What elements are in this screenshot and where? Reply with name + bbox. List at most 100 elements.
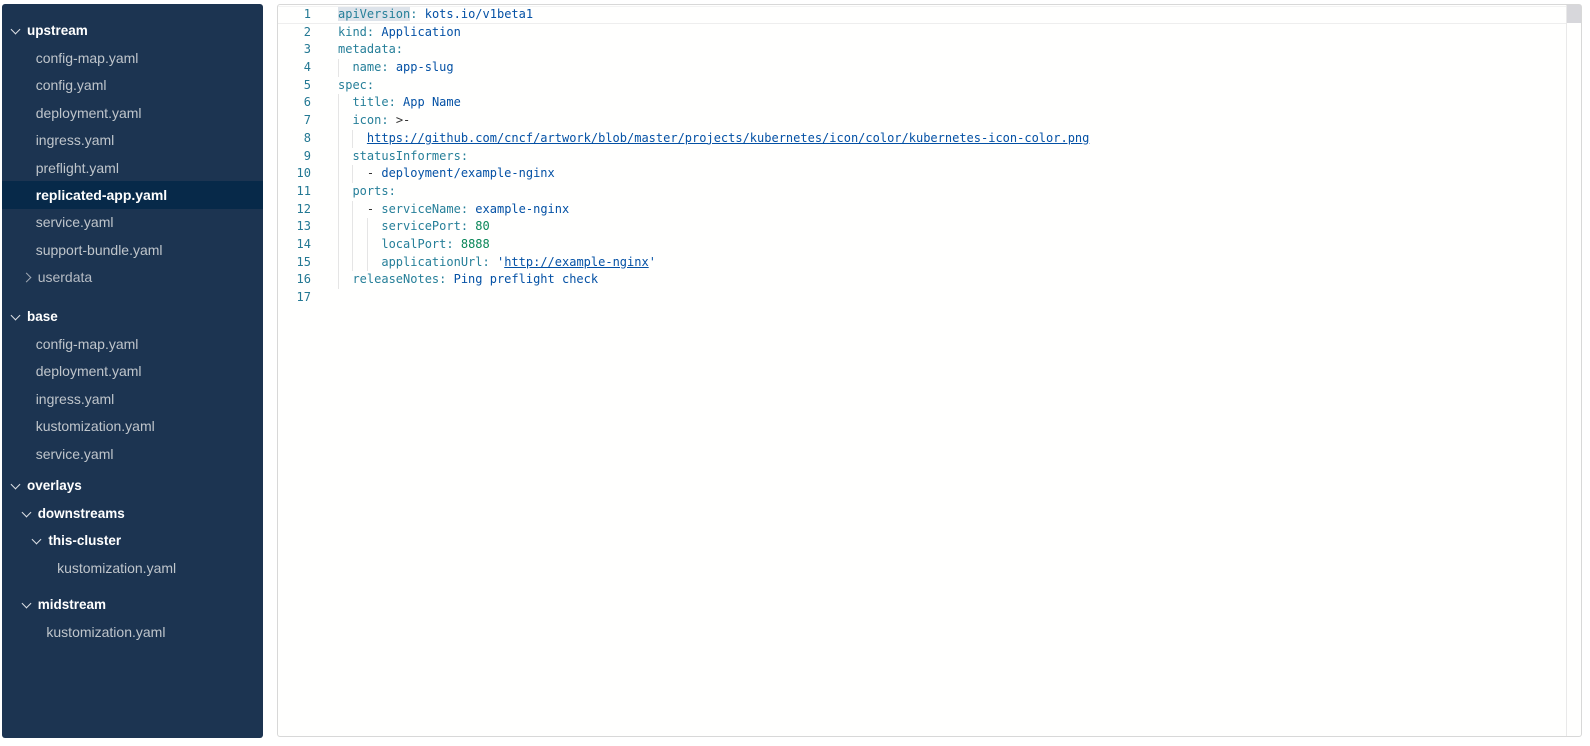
tree-item-this-cluster[interactable]: this-cluster [2,527,263,554]
tree-item-replicated-app-yaml[interactable]: replicated-app.yaml [2,181,263,208]
line-content[interactable] [311,289,1566,307]
yaml-token-punct: >- [396,113,410,127]
tree-item-midstream[interactable]: midstream [2,591,263,618]
line-content[interactable]: apiVersion: kots.io/v1beta1 [311,6,1566,24]
line-content[interactable]: metadata: [311,41,1566,59]
tree-item-support-bundle-yaml[interactable]: support-bundle.yaml [2,236,263,263]
tree-item-service-yaml[interactable]: service.yaml [2,440,263,467]
tree-item-kustomization-yaml[interactable]: kustomization.yaml [2,618,263,645]
code-line-5[interactable]: 5spec: [278,77,1566,95]
line-number[interactable]: 15 [278,254,311,272]
editor-scrollbar-rail[interactable] [1566,5,1581,736]
code-line-17[interactable]: 17 [278,289,1566,307]
tree-item-deployment-yaml[interactable]: deployment.yaml [2,358,263,385]
code-line-6[interactable]: 6 title: App Name [278,94,1566,112]
line-content[interactable]: applicationUrl: 'http://example-nginx' [311,254,1566,272]
code-line-1[interactable]: 1apiVersion: kots.io/v1beta1 [278,6,1566,24]
line-number[interactable]: 13 [278,218,311,236]
file-label: ingress.yaml [36,391,115,407]
indent-guide [338,254,339,272]
code-line-14[interactable]: 14 localPort: 8888 [278,236,1566,254]
code-line-4[interactable]: 4 name: app-slug [278,59,1566,77]
file-label: deployment.yaml [36,363,142,379]
file-label: preflight.yaml [36,160,119,176]
file-label: support-bundle.yaml [36,242,163,258]
line-number[interactable]: 10 [278,165,311,183]
line-content[interactable]: title: App Name [311,94,1566,112]
line-content[interactable]: statusInformers: [311,148,1566,166]
line-number[interactable]: 4 [278,59,311,77]
line-number[interactable]: 2 [278,24,311,42]
tree-item-ingress-yaml[interactable]: ingress.yaml [2,385,263,412]
yaml-token-key: applicationUrl: [381,255,489,269]
code-line-16[interactable]: 16 releaseNotes: Ping preflight check [278,271,1566,289]
code-line-9[interactable]: 9 statusInformers: [278,148,1566,166]
line-number[interactable]: 7 [278,112,311,130]
line-content[interactable]: icon: >- [311,112,1566,130]
line-content[interactable]: releaseNotes: Ping preflight check [311,271,1566,289]
tree-item-userdata[interactable]: userdata [2,264,263,291]
tree-item-service-yaml[interactable]: service.yaml [2,209,263,236]
line-number[interactable]: 8 [278,130,311,148]
tree-item-config-map-yaml[interactable]: config-map.yaml [2,44,263,71]
url-link[interactable]: https://github.com/cncf/artwork/blob/mas… [367,131,1089,145]
line-number[interactable]: 17 [278,289,311,307]
tree-item-base[interactable]: base [2,303,263,330]
code-line-10[interactable]: 10 - deployment/example-nginx [278,165,1566,183]
code-line-7[interactable]: 7 icon: >- [278,112,1566,130]
line-content[interactable]: - deployment/example-nginx [311,165,1566,183]
line-content[interactable]: kind: Application [311,24,1566,42]
code-area[interactable]: 1apiVersion: kots.io/v1beta12kind: Appli… [278,6,1566,735]
yaml-token-punct [338,255,381,269]
line-number[interactable]: 16 [278,271,311,289]
line-content[interactable]: spec: [311,77,1566,95]
code-line-12[interactable]: 12 - serviceName: example-nginx [278,201,1566,219]
tree-item-preflight-yaml[interactable]: preflight.yaml [2,154,263,181]
line-content[interactable]: name: app-slug [311,59,1566,77]
file-label: config-map.yaml [36,336,139,352]
code-line-15[interactable]: 15 applicationUrl: 'http://example-nginx… [278,254,1566,272]
tree-item-kustomization-yaml[interactable]: kustomization.yaml [2,412,263,439]
line-number[interactable]: 14 [278,236,311,254]
code-line-13[interactable]: 13 servicePort: 80 [278,218,1566,236]
yaml-token-punct [338,237,381,251]
line-number[interactable]: 12 [278,201,311,219]
line-content[interactable]: ports: [311,183,1566,201]
line-number[interactable]: 6 [278,94,311,112]
yaml-token-punct [338,272,352,286]
yaml-token-value: App Name [403,95,461,109]
tree-item-config-yaml[interactable]: config.yaml [2,72,263,99]
code-line-11[interactable]: 11 ports: [278,183,1566,201]
file-label: config.yaml [36,77,107,93]
indent-guide [367,236,368,254]
code-line-3[interactable]: 3metadata: [278,41,1566,59]
line-content[interactable]: servicePort: 80 [311,218,1566,236]
line-content[interactable]: https://github.com/cncf/artwork/blob/mas… [311,130,1566,148]
tree-item-upstream[interactable]: upstream [2,17,263,44]
yaml-token-punct [338,113,352,127]
line-number[interactable]: 11 [278,183,311,201]
url-link[interactable]: http://example-nginx [504,255,649,269]
line-number[interactable]: 5 [278,77,311,95]
tree-item-config-map-yaml[interactable]: config-map.yaml [2,330,263,357]
tree-item-downstreams[interactable]: downstreams [2,500,263,527]
line-number[interactable]: 3 [278,41,311,59]
code-line-2[interactable]: 2kind: Application [278,24,1566,42]
tree-item-overlays[interactable]: overlays [2,472,263,499]
file-tree-sidebar: upstreamconfig-map.yamlconfig.yamldeploy… [2,4,263,738]
tree-item-kustomization-yaml[interactable]: kustomization.yaml [2,554,263,581]
yaml-token-key-highlight: apiVersion [338,7,410,21]
line-number[interactable]: 9 [278,148,311,166]
line-content[interactable]: - serviceName: example-nginx [311,201,1566,219]
code-line-8[interactable]: 8 https://github.com/cncf/artwork/blob/m… [278,130,1566,148]
indent-guide [338,183,339,201]
line-content[interactable]: localPort: 8888 [311,236,1566,254]
yaml-token-punct [490,255,497,269]
indent-guide [338,236,339,254]
line-number[interactable]: 1 [278,6,311,24]
yaml-token-value: Ping preflight check [454,272,599,286]
yaml-token-punct [389,113,396,127]
tree-item-ingress-yaml[interactable]: ingress.yaml [2,127,263,154]
yaml-token-punct: - [367,166,381,180]
tree-item-deployment-yaml[interactable]: deployment.yaml [2,99,263,126]
